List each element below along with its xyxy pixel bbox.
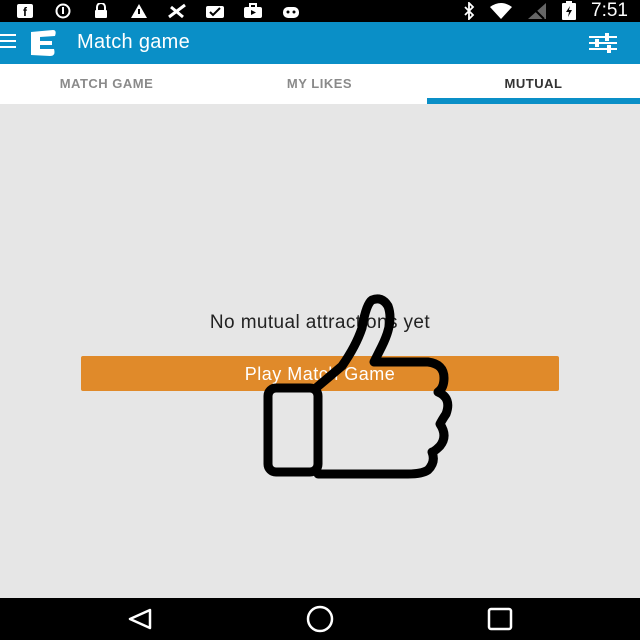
recents-icon[interactable] bbox=[470, 604, 530, 634]
system-nav-bar bbox=[0, 598, 640, 640]
clock: 7:51 bbox=[591, 0, 628, 21]
bluetooth-icon bbox=[464, 2, 475, 20]
app-bar: Match game bbox=[0, 22, 640, 64]
app-logo-icon[interactable] bbox=[28, 30, 58, 56]
system-status-icons: 7:51 bbox=[463, 0, 628, 21]
status-bar: f 7:51 bbox=[0, 0, 640, 22]
thumbs-up-icon bbox=[263, 294, 453, 479]
tab-match-game[interactable]: MATCH GAME bbox=[0, 64, 213, 104]
info-icon bbox=[52, 3, 74, 19]
back-icon[interactable] bbox=[110, 604, 170, 634]
signal-icon bbox=[528, 3, 547, 20]
facebook-icon: f bbox=[14, 3, 36, 19]
wifi-icon bbox=[490, 3, 513, 19]
briefcase-icon bbox=[242, 3, 264, 19]
warning-icon bbox=[128, 3, 150, 19]
notification-icons: f bbox=[14, 2, 302, 20]
photo-check-icon bbox=[204, 3, 226, 19]
filter-sliders-icon[interactable] bbox=[588, 33, 618, 53]
hamburger-icon[interactable] bbox=[0, 34, 16, 52]
battery-icon bbox=[562, 1, 577, 20]
android-icon bbox=[280, 3, 302, 19]
tab-my-likes[interactable]: MY LIKES bbox=[213, 64, 426, 104]
home-icon[interactable] bbox=[290, 604, 350, 634]
lock-icon bbox=[90, 2, 112, 19]
sync-icon bbox=[166, 3, 188, 19]
app-title: Match game bbox=[77, 31, 191, 53]
